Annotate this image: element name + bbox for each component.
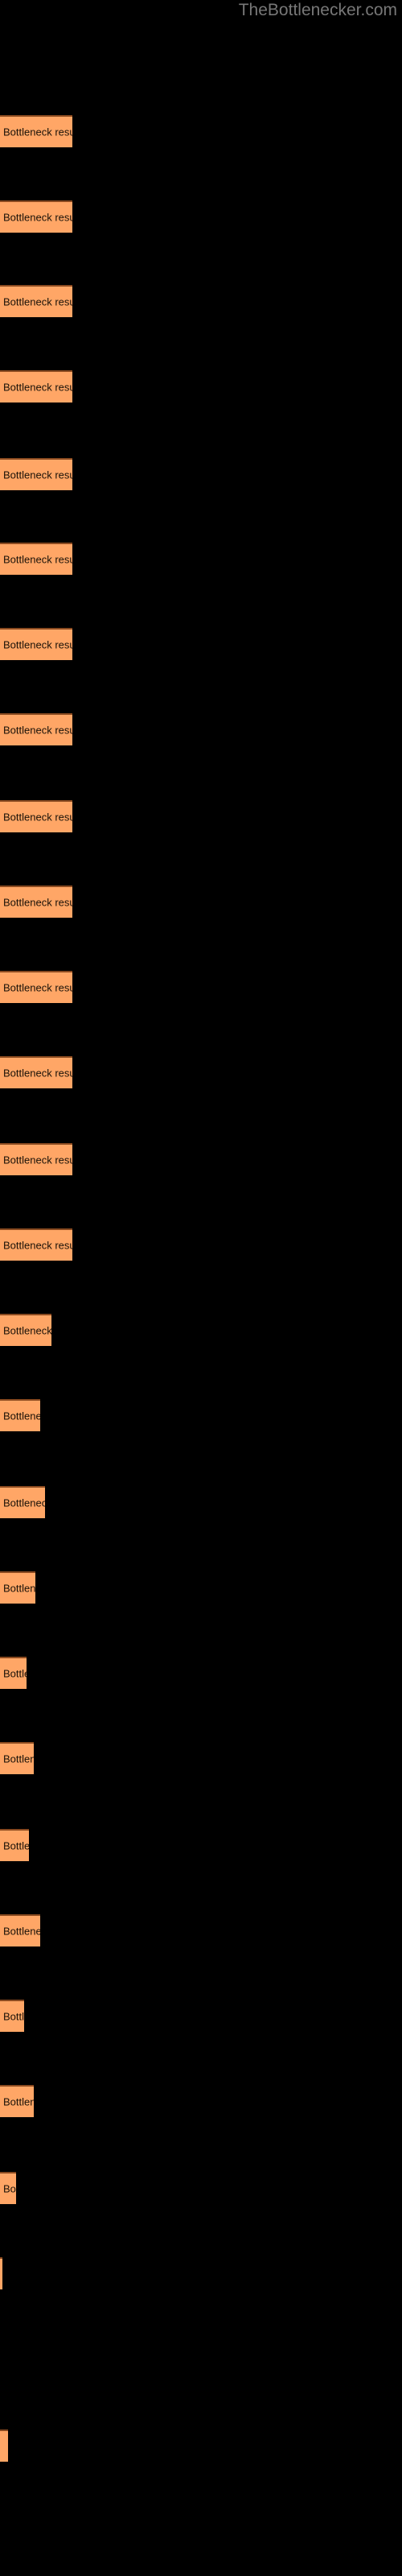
- bar-row: Bottleneck result: [0, 1742, 34, 1774]
- chart-bar[interactable]: Bottleneck result: [0, 1056, 72, 1088]
- bar-row: Bottleneck result: [0, 1486, 45, 1518]
- bar-value-label: Bottleneck result: [3, 724, 72, 737]
- chart-bar[interactable]: Bottleneck result: [0, 1143, 72, 1175]
- bar-row: Bottleneck result: [0, 1314, 51, 1346]
- bar-row: Bottleneck result: [0, 1228, 72, 1261]
- chart-bar[interactable]: Bottleneck result: [0, 1829, 29, 1861]
- chart-bar[interactable]: Bottleneck result: [0, 370, 72, 402]
- chart-bar[interactable]: Bottleneck result: [0, 800, 72, 832]
- bar-value-label: Bottleneck result: [3, 811, 72, 824]
- chart-bar[interactable]: Bottleneck result: [0, 1486, 45, 1518]
- chart-bar[interactable]: Bottleneck result: [0, 115, 72, 147]
- bar-value-label: Bottleneck result: [3, 1154, 72, 1166]
- bar-row: Bottleneck result: [0, 285, 72, 317]
- bar-row: Bottleneck result: [0, 2257, 2, 2289]
- bar-row: Bottleneck result: [0, 2429, 8, 2462]
- bar-value-label: Bottleneck result: [3, 981, 72, 994]
- chart-bar[interactable]: Bottleneck result: [0, 1657, 27, 1689]
- bar-row: Bottleneck result: [0, 2000, 24, 2032]
- bar-row: Bottleneck result: [0, 1399, 40, 1431]
- bar-row: Bottleneck result: [0, 1143, 72, 1175]
- chart-bar[interactable]: Bottleneck result: [0, 628, 72, 660]
- chart-bar[interactable]: Bottleneck result: [0, 1399, 40, 1431]
- bar-row: Bottleneck result: [0, 458, 72, 490]
- chart-bar[interactable]: Bottleneck result: [0, 886, 72, 918]
- bar-row: Bottleneck result: [0, 1657, 27, 1689]
- bar-value-label: Bottleneck result: [3, 1925, 40, 1938]
- chart-bar[interactable]: Bottleneck result: [0, 1742, 34, 1774]
- bar-row: Bottleneck result: [0, 1571, 35, 1604]
- bar-row: Bottleneck result: [0, 1829, 29, 1861]
- bar-row: Bottleneck result: [0, 370, 72, 402]
- chart-bar[interactable]: Bottleneck result: [0, 971, 72, 1003]
- bar-value-label: Bottleneck result: [3, 381, 72, 394]
- bar-chart-canvas: TheBottlenecker.com Bottleneck result Bot…: [0, 0, 402, 2576]
- bar-value-label: Bottleneck result: [3, 1324, 51, 1337]
- bar-value-label: Bottleneck result: [3, 896, 72, 909]
- bar-row: Bottleneck result: [0, 115, 72, 147]
- chart-bar[interactable]: Bottleneck result: [0, 1314, 51, 1346]
- bar-value-label: Bottleneck result: [3, 2010, 24, 2023]
- chart-bar[interactable]: Bottleneck result: [0, 458, 72, 490]
- bar-value-label: Bottleneck result: [3, 553, 72, 566]
- chart-bar[interactable]: Bottleneck result: [0, 543, 72, 575]
- chart-bar[interactable]: Bottleneck result: [0, 2000, 24, 2032]
- bar-value-label: Bottleneck result: [3, 1667, 27, 1680]
- bar-row: Bottleneck result: [0, 543, 72, 575]
- chart-bar[interactable]: Bottleneck result: [0, 1914, 40, 1946]
- chart-bar[interactable]: Bottleneck result: [0, 2172, 16, 2204]
- bar-row: Bottleneck result: [0, 2085, 34, 2117]
- chart-bar[interactable]: Bottleneck result: [0, 2257, 2, 2289]
- bar-row: Bottleneck result: [0, 800, 72, 832]
- bar-value-label: Bottleneck result: [3, 295, 72, 308]
- bar-value-label: Bottleneck result: [3, 1410, 40, 1422]
- bar-row: Bottleneck result: [0, 2172, 16, 2204]
- chart-bar[interactable]: Bottleneck result: [0, 713, 72, 745]
- chart-bar[interactable]: Bottleneck result: [0, 2085, 34, 2117]
- bar-value-label: Bottleneck result: [3, 1067, 72, 1080]
- bar-row: Bottleneck result: [0, 628, 72, 660]
- bar-row: Bottleneck result: [0, 1914, 40, 1946]
- chart-bar[interactable]: Bottleneck result: [0, 200, 72, 233]
- bar-value-label: Bottleneck result: [3, 638, 72, 651]
- watermark-title: TheBottlenecker.com: [238, 1, 397, 19]
- bar-value-label: Bottleneck result: [3, 2182, 16, 2195]
- chart-bar[interactable]: Bottleneck result: [0, 285, 72, 317]
- bar-value-label: Bottleneck result: [3, 1239, 72, 1252]
- bar-row: Bottleneck result: [0, 971, 72, 1003]
- bar-value-label: Bottleneck result: [3, 469, 72, 481]
- bar-value-label: Bottleneck result: [3, 1496, 45, 1509]
- bar-row: Bottleneck result: [0, 200, 72, 233]
- bar-value-label: Bottleneck result: [3, 1752, 34, 1765]
- chart-bar[interactable]: Bottleneck result: [0, 1228, 72, 1261]
- bar-value-label: Bottleneck result: [3, 126, 72, 138]
- chart-bar[interactable]: Bottleneck result: [0, 2429, 8, 2462]
- bar-row: Bottleneck result: [0, 886, 72, 918]
- bar-value-label: Bottleneck result: [3, 2095, 34, 2108]
- bar-row: Bottleneck result: [0, 1056, 72, 1088]
- bar-value-label: Bottleneck result: [3, 1839, 29, 1852]
- chart-bar[interactable]: Bottleneck result: [0, 1571, 35, 1604]
- bar-value-label: Bottleneck result: [3, 211, 72, 224]
- bar-value-label: Bottleneck result: [3, 1582, 35, 1595]
- bar-row: Bottleneck result: [0, 713, 72, 745]
